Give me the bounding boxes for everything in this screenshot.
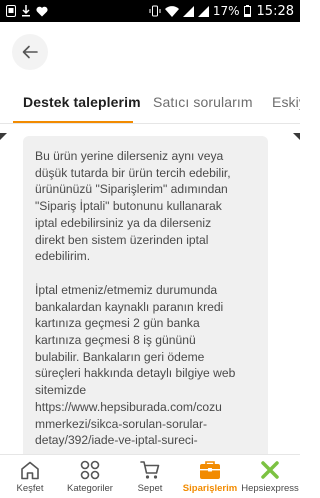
nav-item-kategoriler[interactable]: Kategoriler bbox=[60, 455, 120, 498]
message-link[interactable]: mmerkezi/sikca-sorulan-sorular- bbox=[35, 417, 207, 431]
message-line: İptal etmeniz/etmemiz durumunda bbox=[35, 282, 218, 297]
message-bubble: Bu ürün yerine dilerseniz aynı veya düşü… bbox=[23, 136, 268, 454]
header bbox=[0, 22, 300, 82]
status-right-icons: 17% 15:28 bbox=[149, 4, 294, 19]
message-line: bankalardan kaynaklı paranın kredi bbox=[35, 299, 224, 314]
nav-item-sepet[interactable]: Sepet bbox=[120, 455, 180, 498]
message-link[interactable]: detay/392/iade-ve-iptal-sureci- bbox=[35, 433, 198, 447]
message-paragraph-2: İptal etmeniz/etmemiz durumunda bankalar… bbox=[35, 282, 256, 449]
nav-label: Sepet bbox=[137, 483, 163, 494]
message-line: ürününüzü "Siparişlerim" adımından bbox=[35, 182, 228, 197]
bubble-corner-left bbox=[0, 133, 7, 140]
bottom-navigation: Keşfet Kategoriler Sepet Siparişlerim He… bbox=[0, 454, 300, 498]
message-line: süreçleri hakkında detaylı bilgiye web bbox=[35, 366, 236, 381]
signal-icon-2 bbox=[197, 5, 209, 17]
signal-icon bbox=[182, 5, 194, 17]
orders-icon bbox=[199, 459, 221, 481]
nav-label: Keşfet bbox=[16, 483, 44, 494]
cart-icon bbox=[140, 459, 160, 481]
message-link[interactable]: https://www.hepsiburada.com/cozu bbox=[35, 400, 222, 414]
tab-satici-sorularim[interactable]: Satıcı sorularım bbox=[153, 94, 253, 110]
tab-destek-taleplerim[interactable]: Destek taleplerim bbox=[23, 94, 141, 110]
nav-item-kesfet[interactable]: Keşfet bbox=[0, 455, 60, 498]
message-line: iptal edebilirsiniz ya da dilerseniz bbox=[35, 215, 212, 230]
nav-item-hepsiexpress[interactable]: Hepsiexpress bbox=[240, 455, 300, 498]
nav-label: Siparişlerim bbox=[182, 483, 238, 494]
vibrate-icon bbox=[149, 5, 161, 17]
message-line: edebilirim. bbox=[35, 249, 91, 264]
message-line: sitemizde bbox=[35, 383, 87, 398]
message-line: kartınıza geçmesi 2 gün banka bbox=[35, 316, 200, 331]
notification-icon bbox=[6, 5, 16, 17]
home-icon bbox=[20, 459, 40, 481]
message-line: Bu ürün yerine dilerseniz aynı veya bbox=[35, 149, 224, 163]
tab-eskiy[interactable]: Eskiy bbox=[272, 94, 300, 110]
status-bar: 17% 15:28 bbox=[0, 0, 300, 22]
active-tab-indicator bbox=[13, 121, 133, 123]
bubble-corner-right bbox=[293, 133, 300, 140]
message-line: düşük tutarda bir ürün tercih edebilir, bbox=[35, 165, 231, 180]
battery-percent: 17% bbox=[212, 4, 240, 18]
message-paragraph-1: Bu ürün yerine dilerseniz aynı veya düşü… bbox=[35, 148, 256, 265]
battery-icon bbox=[243, 5, 251, 17]
nav-label: Kategoriler bbox=[67, 483, 113, 494]
tab-bar: Destek taleplerim Satıcı sorularım Eskiy bbox=[0, 82, 300, 124]
wifi-icon bbox=[164, 5, 179, 17]
status-left-icons bbox=[6, 5, 48, 17]
download-icon bbox=[22, 5, 30, 17]
arrow-left-icon bbox=[22, 45, 38, 59]
nav-item-siparislerim[interactable]: Siparişlerim bbox=[180, 455, 240, 498]
message-line: "Sipariş İptali" butonunu kullanarak bbox=[35, 199, 222, 214]
heart-icon bbox=[36, 6, 48, 17]
categories-icon bbox=[80, 459, 100, 481]
nav-label: Hepsiexpress bbox=[241, 483, 299, 494]
hepsiexpress-icon bbox=[260, 459, 280, 481]
message-line: direkt ben sistem üzerinden iptal bbox=[35, 232, 209, 247]
message-thread[interactable]: Bu ürün yerine dilerseniz aynı veya düşü… bbox=[0, 125, 300, 454]
status-time: 15:28 bbox=[256, 3, 294, 19]
message-line: kartınıza geçmesi 8 iş gününü bbox=[35, 333, 196, 348]
message-line: bulabilir. Bankaların geri ödeme bbox=[35, 349, 205, 364]
back-button[interactable] bbox=[12, 34, 48, 70]
